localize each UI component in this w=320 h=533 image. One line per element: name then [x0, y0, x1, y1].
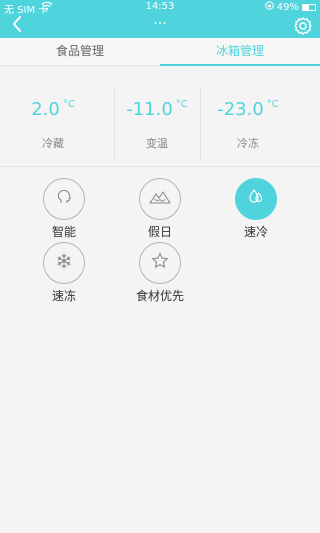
status-right: 49%	[41, 1, 316, 13]
star-icon	[150, 251, 170, 275]
nav-bar: ···	[0, 14, 320, 38]
mode-circle	[43, 178, 85, 220]
tab-bar: 食品管理 冰箱管理	[0, 38, 320, 66]
temperature-value: 2.0 °C	[31, 99, 75, 120]
mode-quick-cool-button[interactable]: 速冷	[224, 178, 288, 240]
mode-label: 速冻	[51, 289, 76, 303]
compartment-label: 冷藏	[42, 137, 64, 150]
mountain-icon	[148, 189, 172, 209]
tab-food-management[interactable]: 食品管理	[0, 38, 160, 66]
orientation-lock-icon	[264, 1, 274, 13]
head-icon	[54, 187, 74, 211]
temperature-value: -11.0 °C	[126, 99, 188, 120]
compartment-label: 冷冻	[237, 137, 259, 150]
mode-circle	[43, 242, 85, 284]
battery-icon	[302, 3, 316, 11]
compartment-fridge[interactable]: 2.0 °C 冷藏	[0, 67, 106, 167]
temperature-value: -23.0 °C	[217, 99, 279, 120]
app-header: 无 SIM 卡 14:53 49% ···	[0, 0, 320, 38]
settings-button[interactable]	[293, 16, 313, 36]
mode-holiday-button[interactable]: 假日	[128, 178, 192, 240]
mode-smart-button[interactable]: 智能	[32, 178, 96, 240]
water-drops-icon	[246, 187, 266, 211]
mode-food-priority-button[interactable]: 食材优先	[128, 242, 192, 304]
battery-text: 49%	[276, 1, 299, 13]
tab-fridge-management[interactable]: 冰箱管理	[160, 38, 320, 66]
compartment-variable[interactable]: -11.0 °C 变温	[114, 67, 200, 167]
mode-quick-freeze-button[interactable]: 速冻	[32, 242, 96, 304]
wifi-icon	[41, 1, 53, 14]
compartment-label: 变温	[146, 137, 168, 150]
nav-title: ···	[153, 16, 167, 32]
mode-label: 速冷	[243, 225, 268, 239]
mode-circle	[139, 178, 181, 220]
active-tab-indicator	[160, 64, 320, 66]
mode-label: 假日	[147, 225, 172, 239]
compartment-freezer[interactable]: -23.0 °C 冷冻	[200, 67, 296, 167]
status-bar: 无 SIM 卡 14:53 49%	[0, 0, 320, 16]
snowflake-icon	[54, 251, 74, 275]
mode-label: 食材优先	[135, 289, 184, 303]
temperature-panel: 2.0 °C 冷藏 -11.0 °C 变温 -23.0 °C 冷冻	[0, 67, 320, 167]
mode-circle	[235, 178, 277, 220]
mode-label: 智能	[51, 225, 76, 239]
mode-circle	[139, 242, 181, 284]
